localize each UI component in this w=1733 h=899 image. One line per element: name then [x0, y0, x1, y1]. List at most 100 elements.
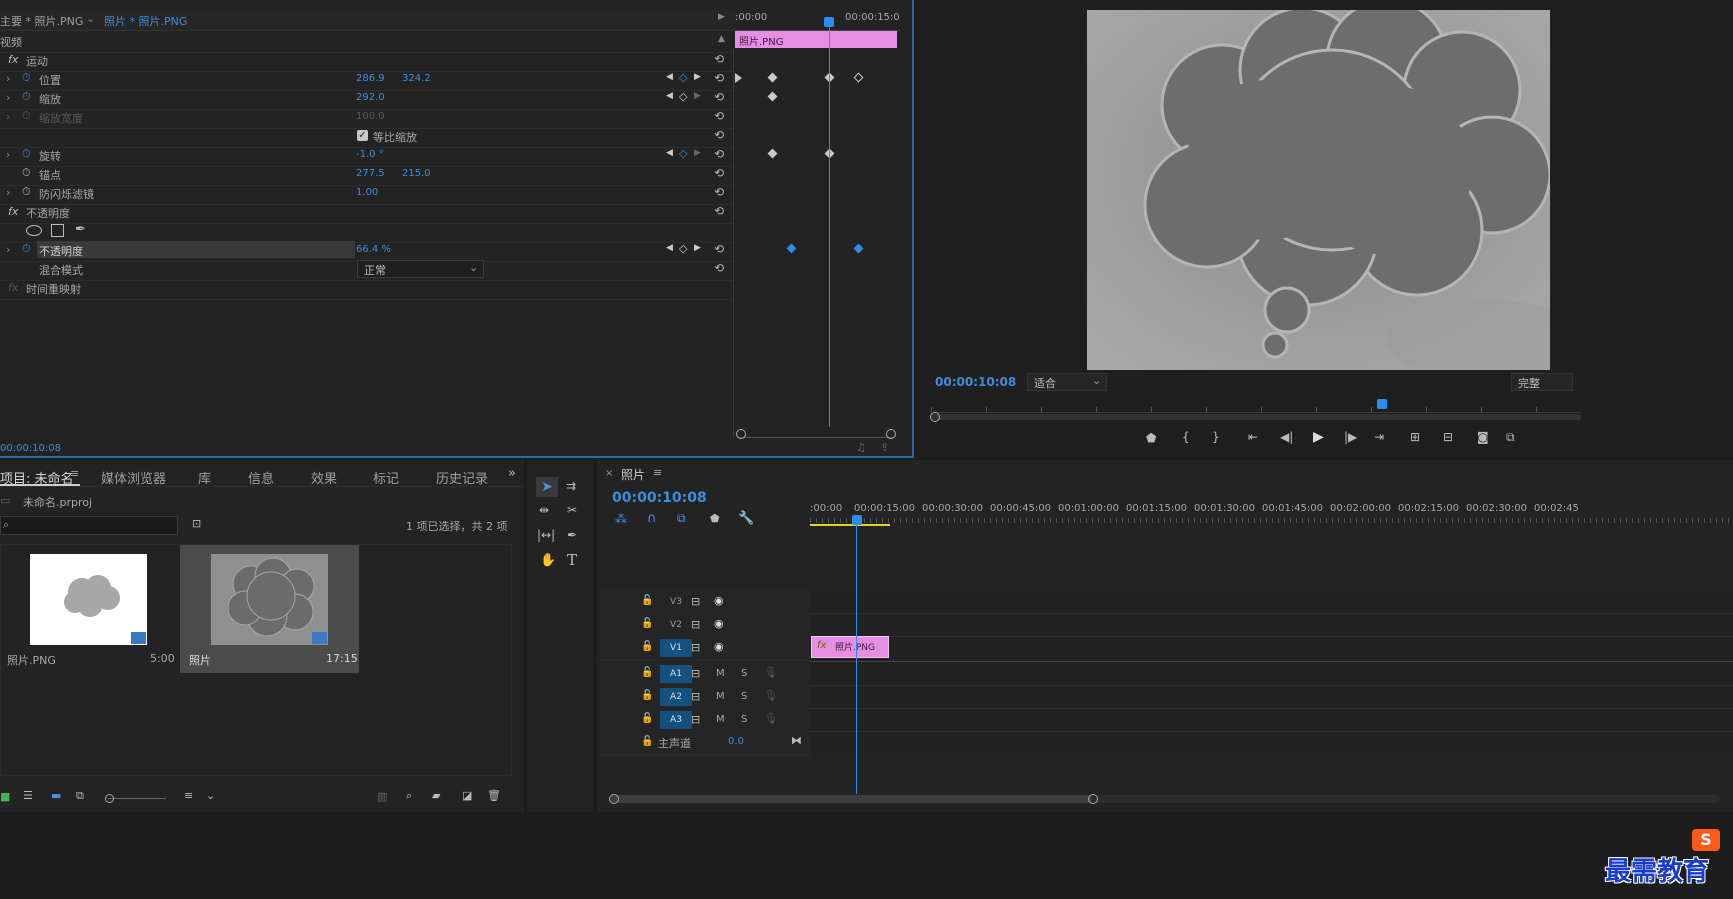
fx-icon[interactable]: fx — [8, 205, 18, 218]
pen-mask-icon[interactable]: ✒ — [75, 222, 86, 237]
opacity-value[interactable]: 66.4 % — [356, 244, 391, 255]
ec-playhead-marker[interactable] — [824, 17, 834, 27]
reset-icon[interactable]: ⟲ — [714, 90, 724, 104]
master-clip-tab[interactable]: 主要 * 照片.PNG — [0, 13, 83, 29]
reset-icon[interactable]: ⟲ — [714, 261, 724, 275]
microphone-icon[interactable]: 🎙 — [764, 689, 778, 702]
export-icon[interactable]: ⇪ — [880, 441, 889, 454]
collapse-arrow-icon[interactable]: ▲ — [718, 34, 725, 44]
solo-button[interactable]: S — [741, 668, 747, 679]
prev-keyframe-icon[interactable]: ◀ — [666, 243, 673, 253]
eye-icon[interactable]: ◉ — [714, 640, 724, 653]
expand-arrow-icon[interactable]: › — [6, 186, 10, 199]
sequence-tab[interactable]: 照片 — [621, 466, 645, 483]
solo-button[interactable]: S — [741, 691, 747, 702]
item-thumbnail[interactable] — [30, 554, 147, 645]
reset-icon[interactable]: ⟲ — [714, 204, 724, 218]
play-only-arrow-icon[interactable]: ▶ — [718, 12, 725, 22]
icon-view-icon[interactable]: ▬ — [51, 789, 61, 802]
ec-zoom-scrollbar[interactable] — [736, 429, 896, 439]
scroll-handle-left[interactable] — [930, 412, 940, 422]
reset-icon[interactable]: ⟲ — [714, 242, 724, 256]
zoom-slider-handle[interactable] — [105, 794, 114, 803]
list-view-icon[interactable]: ☰ — [23, 789, 33, 802]
time-remap-row[interactable]: fx 时间重映射 — [0, 278, 733, 300]
snap-icon[interactable]: ∩ — [647, 511, 657, 526]
fx-icon[interactable]: fx — [8, 53, 18, 66]
add-keyframe-icon[interactable]: ◇ — [679, 90, 687, 103]
blend-mode-select[interactable]: 正常 ⌄ — [357, 260, 484, 278]
track-label-v3[interactable]: V3 — [660, 593, 692, 611]
anchor-x-value[interactable]: 277.5 — [356, 168, 385, 179]
ec-ruler[interactable]: :00:00 00:00:15:0 — [735, 10, 900, 31]
track-label-a1[interactable]: A1 — [660, 665, 692, 683]
type-tool[interactable]: T — [567, 551, 577, 569]
slip-tool[interactable]: |↔| — [537, 528, 555, 542]
scale-keyframe[interactable] — [767, 91, 778, 102]
antiflicker-value[interactable]: 1.00 — [356, 187, 378, 198]
expand-arrow-icon[interactable]: › — [6, 110, 10, 123]
sync-lock-icon[interactable]: ⊟ — [691, 690, 700, 703]
razor-tool[interactable]: ✂ — [567, 503, 577, 517]
mute-button[interactable]: M — [716, 714, 725, 725]
mute-button[interactable]: M — [716, 691, 725, 702]
fit-select[interactable]: 适合 ⌄ — [1027, 373, 1107, 391]
reset-icon[interactable]: ⟲ — [714, 185, 724, 199]
position-keyframe[interactable] — [853, 72, 864, 83]
work-area-bar[interactable] — [810, 524, 890, 526]
stopwatch-icon[interactable]: ⏱ — [22, 90, 31, 104]
ec-clip-bar[interactable]: 照片.PNG — [735, 31, 897, 48]
lock-icon[interactable]: 🔓 — [641, 595, 653, 606]
mark-out-icon[interactable]: } — [1212, 430, 1220, 444]
quality-select[interactable]: 完整 — [1511, 373, 1573, 391]
keyframe-first-marker[interactable] — [735, 73, 742, 83]
lock-icon[interactable]: 🔓 — [641, 618, 653, 629]
step-back-icon[interactable]: ◀| — [1280, 430, 1293, 444]
reset-icon[interactable]: ⟲ — [714, 128, 724, 142]
stopwatch-icon[interactable]: ⏱ — [22, 185, 31, 199]
rotation-keyframe[interactable] — [767, 148, 778, 159]
tab-history[interactable]: 历史记录 — [436, 468, 488, 487]
solo-button[interactable]: S — [741, 714, 747, 725]
close-icon[interactable]: × — [605, 468, 613, 479]
go-to-in-icon[interactable]: ⇤ — [1248, 430, 1258, 444]
comparison-view-icon[interactable]: ⧉ — [1506, 430, 1515, 445]
scroll-handle-left[interactable] — [609, 794, 619, 804]
timeline-scroll-thumb[interactable] — [610, 795, 1092, 803]
reset-icon[interactable]: ⟲ — [714, 147, 724, 161]
add-keyframe-icon[interactable]: ◇ — [679, 147, 687, 160]
next-keyframe-icon[interactable]: ▶ — [694, 243, 701, 253]
rotation-value[interactable]: -1.0 ° — [356, 149, 384, 160]
new-bin-icon[interactable]: ▰ — [432, 789, 440, 802]
lock-icon[interactable]: 🔓 — [641, 736, 653, 747]
stopwatch-icon[interactable]: ⏱ — [22, 166, 31, 180]
new-item-icon[interactable]: ◪ — [462, 789, 472, 802]
lock-icon[interactable]: 🔓 — [641, 713, 653, 724]
track-label-a2[interactable]: A2 — [660, 688, 692, 706]
next-keyframe-icon[interactable]: ▶ — [694, 91, 701, 101]
add-keyframe-icon[interactable]: ◇ — [679, 242, 687, 255]
expand-arrow-icon[interactable]: › — [6, 243, 10, 256]
new-bin-from-search-icon[interactable]: ⊡ — [192, 517, 201, 530]
microphone-icon[interactable]: 🎙 — [764, 712, 778, 725]
next-keyframe-icon[interactable]: ▶ — [694, 148, 701, 158]
position-y-value[interactable]: 324.2 — [402, 73, 431, 84]
reset-icon[interactable]: ⟲ — [714, 166, 724, 180]
lock-icon[interactable]: ■ — [0, 790, 10, 803]
sync-lock-icon[interactable]: ⊟ — [691, 713, 700, 726]
go-to-out-icon[interactable]: ⇥ — [1374, 430, 1384, 444]
prev-keyframe-icon[interactable]: ◀ — [666, 91, 673, 101]
sync-lock-icon[interactable]: ⊟ — [691, 667, 700, 680]
clip-tab[interactable]: 照片 * 照片.PNG — [104, 13, 187, 29]
master-volume-value[interactable]: 0.0 — [728, 736, 744, 747]
lock-icon[interactable]: 🔓 — [641, 667, 653, 678]
ec-current-time[interactable]: 00:00:10:08 — [0, 443, 61, 454]
nest-toggle-icon[interactable]: ⁂ — [615, 512, 627, 526]
reset-icon[interactable]: ⟲ — [714, 52, 724, 66]
eye-icon[interactable]: ◉ — [714, 617, 724, 630]
lock-icon[interactable]: 🔓 — [641, 690, 653, 701]
anchor-y-value[interactable]: 215.0 — [402, 168, 431, 179]
play-icon[interactable]: ▶ — [1313, 429, 1324, 445]
program-preview[interactable] — [1087, 10, 1550, 370]
selection-tool[interactable]: ➤ — [536, 477, 558, 497]
